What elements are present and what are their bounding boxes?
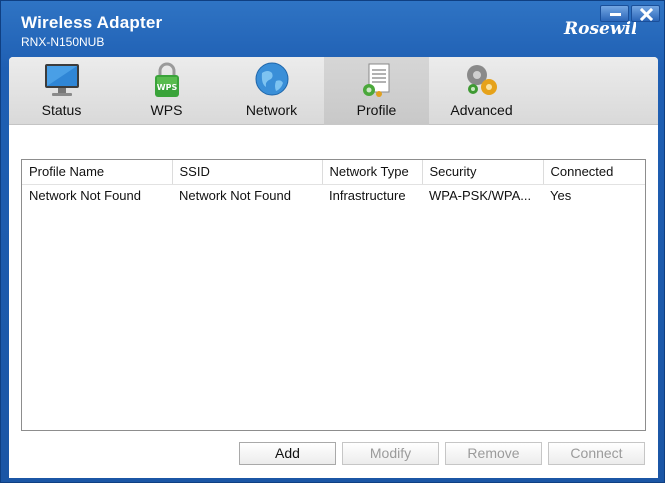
tab-wps[interactable]: WPS WPS	[114, 57, 219, 125]
cell-security: WPA-PSK/WPA...	[429, 187, 532, 203]
app-title: Wireless Adapter	[21, 13, 163, 32]
tab-status[interactable]: Status	[9, 57, 114, 125]
tab-profile[interactable]: Profile	[324, 57, 429, 125]
add-button[interactable]: Add	[239, 442, 336, 465]
content-panel: Status WPS WPS Network Profile Advanced …	[9, 57, 658, 478]
cell-ssid: Network Not Found	[179, 187, 291, 203]
monitor-icon	[44, 64, 79, 96]
action-buttons: Add Modify Remove Connect	[239, 442, 645, 465]
app-window: Wireless Adapter RNX-N150NUB Rosewill St…	[0, 0, 665, 483]
tab-advanced[interactable]: Advanced	[429, 57, 534, 125]
window-controls	[600, 5, 660, 22]
title-area: Wireless Adapter RNX-N150NUB	[21, 13, 162, 49]
cell-network-type: Infrastructure	[329, 187, 406, 203]
cell-profile-name: Network Not Found	[29, 187, 141, 203]
tab-advanced-label: Advanced	[450, 102, 513, 118]
brand-text: Rosewill	[563, 19, 636, 39]
tab-status-label: Status	[41, 102, 82, 118]
profile-table: Profile Name SSID Network Type Security …	[22, 160, 645, 206]
column-header-ssid[interactable]: SSID	[172, 160, 323, 185]
column-header-connected[interactable]: Connected	[543, 160, 645, 185]
svg-text:WPS: WPS	[156, 83, 177, 92]
tab-wps-label: WPS	[150, 102, 183, 118]
globe-icon	[255, 62, 288, 96]
remove-button[interactable]: Remove	[445, 442, 542, 465]
close-icon	[640, 8, 653, 21]
cell-connected: Yes	[550, 187, 572, 203]
minimize-icon	[610, 13, 621, 16]
modify-button[interactable]: Modify	[342, 442, 439, 465]
table-header-row: Profile Name SSID Network Type Security …	[22, 160, 645, 185]
column-header-profile-name[interactable]: Profile Name	[22, 160, 173, 185]
main-toolbar: Status WPS WPS Network Profile Advanced	[9, 57, 658, 125]
gears-icon	[466, 65, 497, 95]
profile-list: Profile Name SSID Network Type Security …	[21, 159, 646, 431]
column-header-network-type[interactable]: Network Type	[322, 160, 423, 185]
tab-network-label: Network	[245, 102, 298, 118]
table-row[interactable]: Network Not Found Network Not Found Infr…	[22, 184, 645, 206]
tab-network[interactable]: Network	[219, 57, 324, 125]
tab-profile-label: Profile	[356, 102, 397, 118]
document-gear-icon	[362, 63, 389, 97]
app-model: RNX-N150NUB	[21, 35, 105, 49]
connect-button[interactable]: Connect	[548, 442, 645, 465]
column-header-security[interactable]: Security	[422, 160, 544, 185]
close-button[interactable]	[631, 5, 660, 22]
wps-lock-icon: WPS	[154, 62, 179, 97]
minimize-button[interactable]	[600, 5, 629, 22]
